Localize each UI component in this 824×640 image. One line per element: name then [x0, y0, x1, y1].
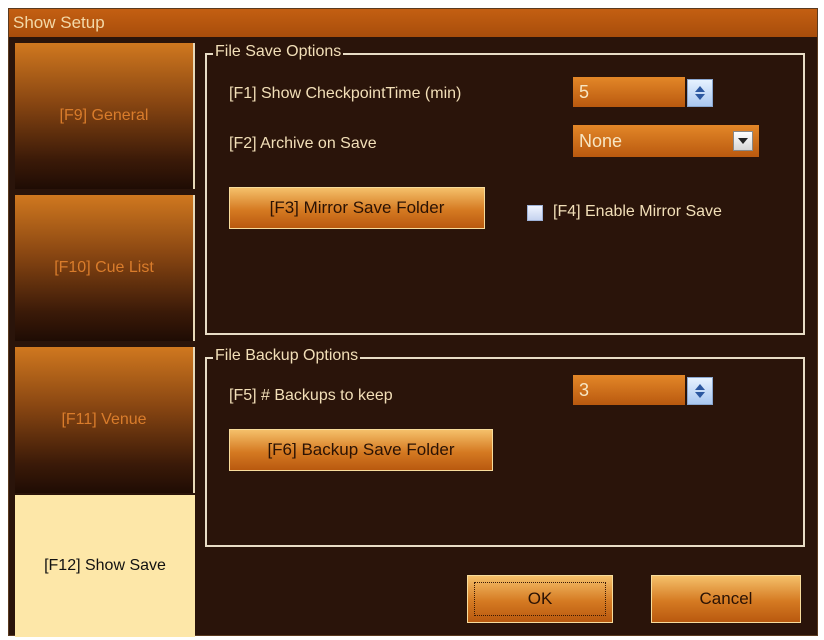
- mirror-save-folder-button[interactable]: [F3] Mirror Save Folder: [229, 187, 485, 229]
- chevron-down-icon[interactable]: [733, 131, 753, 151]
- tab-general[interactable]: [F9] General: [15, 43, 195, 189]
- file-save-group: File Save Options [F1] Show CheckpointTi…: [205, 43, 805, 335]
- archive-on-save-dropdown[interactable]: None: [573, 125, 759, 157]
- ok-button[interactable]: OK: [467, 575, 613, 623]
- show-setup-window: Show Setup [F9] General [F10] Cue List […: [8, 8, 818, 637]
- backup-save-folder-button[interactable]: [F6] Backup Save Folder: [229, 429, 493, 471]
- cancel-button[interactable]: Cancel: [651, 575, 801, 623]
- archive-on-save-label: [F2] Archive on Save: [229, 135, 377, 152]
- archive-on-save-value: None: [579, 131, 623, 151]
- backups-to-keep-spinner[interactable]: 3: [573, 375, 715, 405]
- window-title: Show Setup: [9, 9, 817, 37]
- ok-button-label: OK: [527, 589, 553, 608]
- checkpoint-time-spinner[interactable]: 5: [573, 77, 715, 107]
- enable-mirror-save-checkbox[interactable]: [527, 205, 543, 221]
- file-backup-group-title: File Backup Options: [213, 347, 361, 365]
- file-save-group-title: File Save Options: [213, 43, 344, 61]
- tab-show-save[interactable]: [F12] Show Save: [15, 495, 195, 637]
- backups-to-keep-label: [F5] # Backups to keep: [229, 387, 393, 404]
- backups-to-keep-value[interactable]: 3: [573, 375, 685, 405]
- checkpoint-time-label: [F1] Show CheckpointTime (min): [229, 85, 462, 102]
- spinner-arrows-icon[interactable]: [687, 377, 713, 405]
- enable-mirror-save-label: [F4] Enable Mirror Save: [553, 203, 722, 220]
- tab-venue[interactable]: [F11] Venue: [15, 347, 195, 493]
- checkpoint-time-value[interactable]: 5: [573, 77, 685, 107]
- sidebar: [F9] General [F10] Cue List [F11] Venue …: [9, 37, 195, 637]
- spinner-arrows-icon[interactable]: [687, 79, 713, 107]
- file-backup-group: File Backup Options [F5] # Backups to ke…: [205, 347, 805, 547]
- tab-cue-list[interactable]: [F10] Cue List: [15, 195, 195, 341]
